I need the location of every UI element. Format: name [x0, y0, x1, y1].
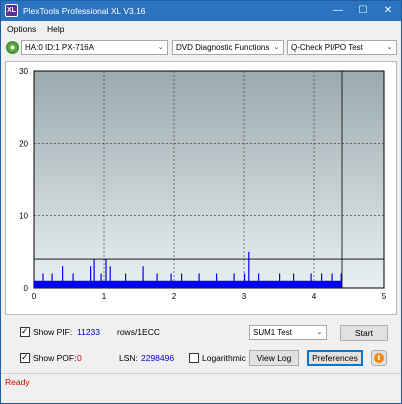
x-tick-label: 0 [32, 292, 37, 301]
pif-spike-bar [258, 273, 260, 288]
sum-test-value: SUM1 Test [253, 328, 292, 337]
pif-value: 11233 [77, 327, 101, 337]
view-log-button[interactable]: View Log [249, 350, 299, 366]
app-window: XL PlexTools Professional XL V3.16 — ☐ ✕… [0, 0, 402, 404]
pif-spike-bar [100, 273, 102, 288]
logarithmic-label: Logarithmic [202, 353, 246, 363]
pif-spike-bar [72, 273, 74, 288]
status-bar: Ready [1, 373, 401, 403]
preferences-button[interactable]: Preferences [307, 350, 363, 366]
pif-spike-bar [216, 273, 218, 288]
show-pof-label: Show POF: [33, 353, 77, 363]
window-title: PlexTools Professional XL V3.16 [23, 6, 146, 16]
y-tick-label: 0 [24, 284, 29, 293]
x-tick-label: 5 [382, 292, 387, 301]
chevron-down-icon: ⌄ [273, 44, 280, 51]
pif-spike-bar [109, 266, 111, 288]
x-tick-label: 3 [242, 292, 247, 301]
function-select[interactable]: DVD Diagnostic Functions ⌄ [172, 40, 284, 55]
minimize-button[interactable]: — [326, 3, 350, 18]
x-tick-label: 2 [172, 292, 177, 301]
chevron-down-icon: ⌄ [316, 329, 323, 336]
chart-canvas: 0 1 2 3 4 5 0 10 20 30 [19, 67, 387, 301]
pif-spike-bar [181, 273, 183, 288]
pif-spike-bar [279, 273, 281, 288]
menu-bar: Options Help [1, 21, 401, 37]
menu-options[interactable]: Options [7, 24, 36, 34]
status-text: Ready [5, 377, 30, 387]
lsn-label: LSN: [119, 353, 138, 363]
pif-spike-bar [198, 273, 200, 288]
chevron-down-icon: ⌄ [386, 44, 393, 51]
pif-spike-bar [62, 266, 64, 288]
pif-spike-bar [310, 273, 312, 288]
plot-background [33, 70, 385, 289]
pif-spike-bar [51, 273, 53, 288]
pif-spike-bar [90, 266, 92, 288]
pif-spike-bar [42, 273, 44, 288]
menu-help[interactable]: Help [47, 24, 64, 34]
pif-spike-bar [233, 273, 235, 288]
title-bar: XL PlexTools Professional XL V3.16 — ☐ ✕ [1, 1, 401, 21]
pif-spike-bar [170, 273, 172, 288]
pof-value: 0 [77, 353, 82, 363]
logarithmic-checkbox[interactable] [189, 353, 199, 363]
y-tick-label: 10 [19, 212, 28, 221]
lsn-value: 2298496 [141, 353, 175, 363]
pif-spike-bar [248, 251, 250, 288]
pif-spike-bar [331, 273, 333, 288]
y-tick-label: 20 [19, 139, 28, 148]
info-button[interactable]: i [371, 350, 387, 366]
pif-spike-bar [321, 273, 323, 288]
maximize-button[interactable]: ☐ [351, 3, 375, 18]
function-select-value: DVD Diagnostic Functions [176, 43, 270, 52]
pif-baseline-bars [34, 280, 342, 288]
x-tick-label: 1 [102, 292, 107, 301]
pif-spike-bar [125, 273, 127, 288]
info-icon: i [374, 353, 384, 363]
show-pif-checkbox[interactable] [20, 326, 30, 337]
start-button[interactable]: Start [340, 325, 388, 341]
x-tick-label: 4 [312, 292, 317, 301]
test-select[interactable]: Q-Check PI/PO Test ⌄ [287, 40, 397, 55]
controls-panel: Show PIF: 11233 rows/1ECC SUM1 Test ⌄ St… [1, 319, 401, 371]
drive-select[interactable]: HA:0 ID:1 PX-716A ⌄ [21, 40, 168, 55]
chevron-down-icon: ⌄ [157, 44, 164, 51]
test-select-value: Q-Check PI/PO Test [291, 43, 363, 52]
pif-spike-bar [142, 266, 144, 288]
pif-spike-bar [244, 273, 246, 288]
pif-spike-bar [105, 259, 107, 288]
toolbar: HA:0 ID:1 PX-716A ⌄ DVD Diagnostic Funct… [1, 37, 401, 59]
pif-spike-bar [293, 273, 295, 288]
app-icon: XL [5, 4, 18, 17]
pi-po-chart: 0 1 2 3 4 5 0 10 20 30 [5, 61, 397, 315]
drive-select-value: HA:0 ID:1 PX-716A [25, 43, 94, 52]
close-button[interactable]: ✕ [376, 3, 400, 18]
disc-drive-icon [6, 41, 19, 54]
show-pif-label: Show PIF: [33, 327, 73, 337]
pif-spike-bar [156, 273, 158, 288]
show-pof-checkbox[interactable] [20, 352, 30, 363]
pif-units: rows/1ECC [117, 327, 160, 337]
pif-spike-bar [93, 259, 95, 288]
sum-test-select[interactable]: SUM1 Test ⌄ [249, 325, 327, 340]
y-tick-label: 30 [19, 67, 28, 76]
